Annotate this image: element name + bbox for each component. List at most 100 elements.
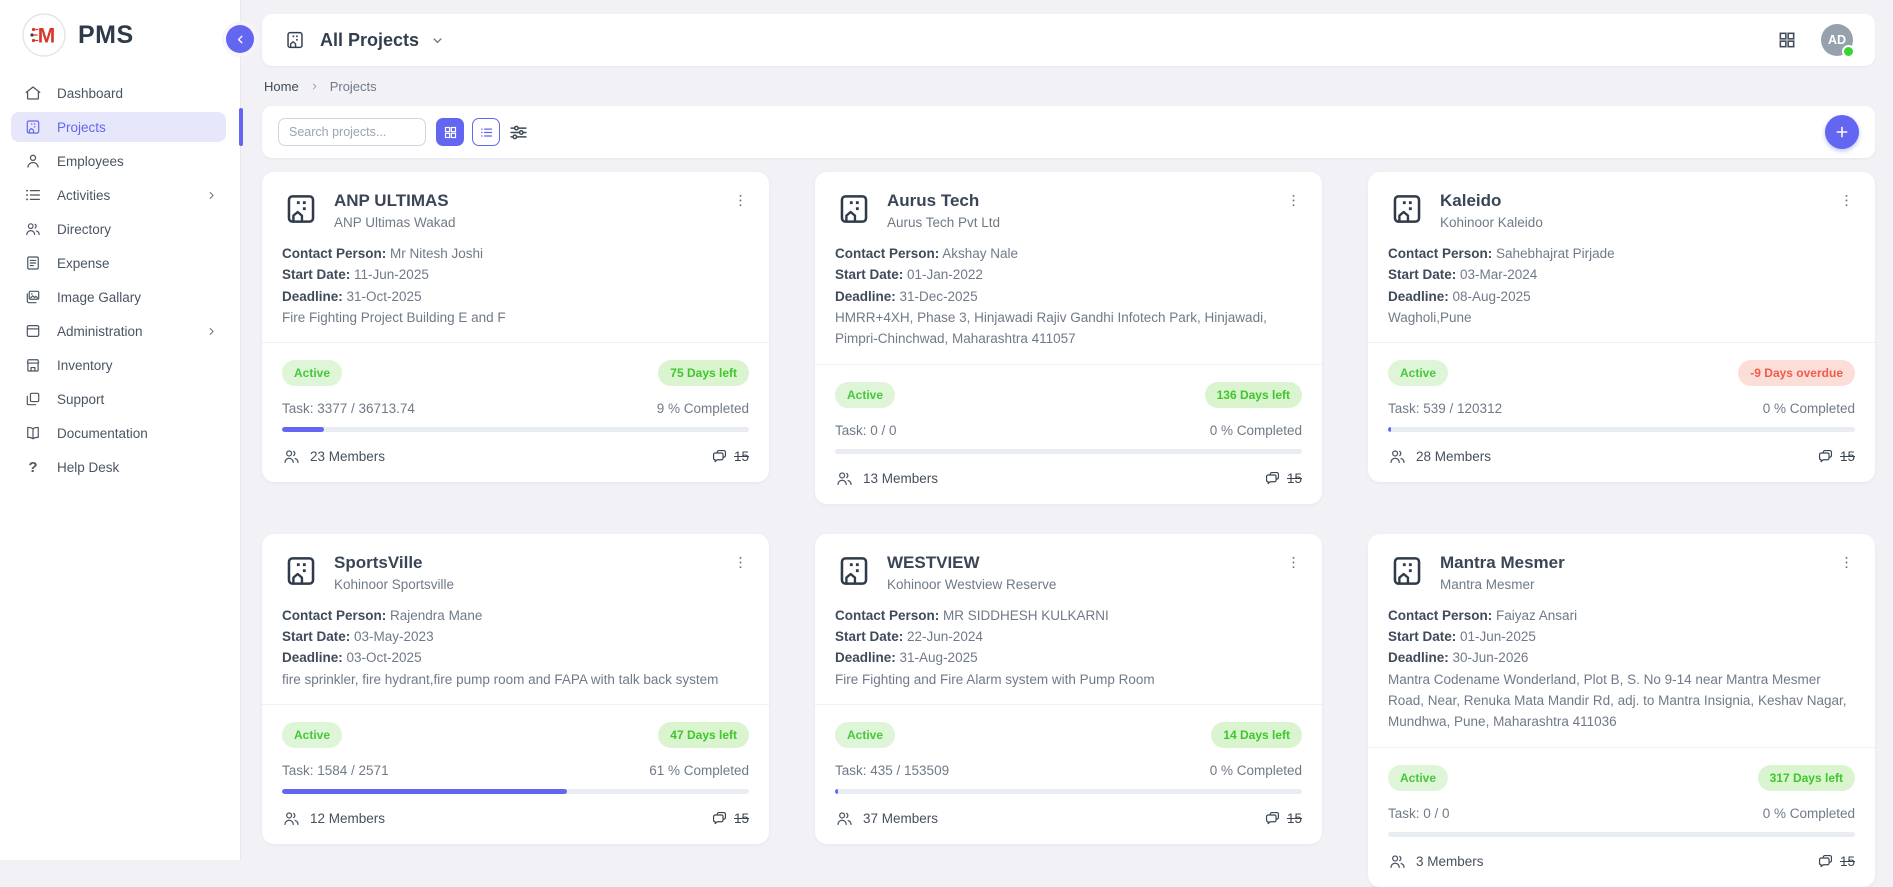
deadline-row: Deadline: 31-Dec-2025 bbox=[835, 286, 1302, 307]
sidebar-item-documentation[interactable]: Documentation bbox=[11, 418, 226, 448]
search-input[interactable] bbox=[278, 118, 426, 146]
project-title[interactable]: ANP ULTIMAS bbox=[334, 191, 718, 211]
list-icon bbox=[24, 186, 42, 204]
project-description: Fire Fighting Project Building E and F bbox=[282, 307, 749, 328]
project-title[interactable]: Aurus Tech bbox=[887, 191, 1271, 211]
card-menu-button[interactable] bbox=[1285, 552, 1302, 573]
people-icon bbox=[282, 447, 301, 466]
grid-view-button[interactable] bbox=[436, 118, 464, 146]
chevron-right-icon bbox=[205, 325, 218, 338]
kebab-icon bbox=[1285, 554, 1302, 571]
apps-grid-button[interactable] bbox=[1777, 30, 1797, 50]
sidebar-item-label: Employees bbox=[57, 154, 124, 169]
project-title[interactable]: Mantra Mesmer bbox=[1440, 553, 1824, 573]
sidebar-item-support[interactable]: Support bbox=[11, 384, 226, 414]
comments-count[interactable]: 15 bbox=[710, 447, 749, 466]
comments-count[interactable]: 15 bbox=[1263, 469, 1302, 488]
percent-completed: 0 % Completed bbox=[1210, 423, 1302, 438]
sidebar-item-help-desk[interactable]: ? Help Desk bbox=[11, 452, 226, 482]
chevron-left-icon bbox=[234, 33, 247, 46]
project-subtitle: Aurus Tech Pvt Ltd bbox=[887, 215, 1271, 230]
sidebar-item-label: Documentation bbox=[57, 426, 148, 441]
percent-completed: 0 % Completed bbox=[1210, 763, 1302, 778]
comments-count[interactable]: 15 bbox=[1263, 809, 1302, 828]
project-subtitle: Mantra Mesmer bbox=[1440, 577, 1824, 592]
project-subtitle: ANP Ultimas Wakad bbox=[334, 215, 718, 230]
building-icon bbox=[835, 552, 873, 590]
project-card: Aurus Tech Aurus Tech Pvt Ltd Contact Pe… bbox=[815, 172, 1322, 504]
project-description: Fire Fighting and Fire Alarm system with… bbox=[835, 669, 1302, 690]
people-icon bbox=[24, 220, 42, 238]
chevron-down-icon[interactable] bbox=[430, 33, 445, 48]
filter-button[interactable] bbox=[508, 122, 529, 143]
grid-view-icon bbox=[443, 125, 458, 140]
percent-completed: 0 % Completed bbox=[1763, 806, 1855, 821]
card-menu-button[interactable] bbox=[1838, 190, 1855, 211]
members-count[interactable]: 12 Members bbox=[282, 809, 385, 828]
card-menu-button[interactable] bbox=[732, 190, 749, 211]
sidebar-item-image-gallery[interactable]: Image Gallary bbox=[11, 282, 226, 312]
comments-count[interactable]: 15 bbox=[710, 809, 749, 828]
sidebar-item-label: Projects bbox=[57, 120, 106, 135]
question-mark-icon: ? bbox=[24, 459, 42, 476]
contact-person-row: Contact Person: Mr Nitesh Joshi bbox=[282, 243, 749, 264]
sidebar-item-label: Expense bbox=[57, 256, 110, 271]
sidebar-item-activities[interactable]: Activities bbox=[11, 180, 226, 210]
divider bbox=[815, 364, 1322, 365]
add-project-button[interactable] bbox=[1825, 115, 1859, 149]
apps-grid-icon bbox=[1777, 30, 1797, 50]
sidebar-item-label: Directory bbox=[57, 222, 111, 237]
sidebar-collapse-button[interactable] bbox=[226, 25, 254, 53]
members-count[interactable]: 23 Members bbox=[282, 447, 385, 466]
project-title[interactable]: SportsVille bbox=[334, 553, 718, 573]
top-header: All Projects AD bbox=[262, 14, 1875, 66]
avatar[interactable]: AD bbox=[1821, 24, 1853, 56]
book-icon bbox=[24, 424, 42, 442]
divider bbox=[262, 342, 769, 343]
kebab-icon bbox=[732, 554, 749, 571]
breadcrumb: Home Projects bbox=[262, 66, 1875, 106]
sidebar-item-inventory[interactable]: Inventory bbox=[11, 350, 226, 380]
chevron-right-icon bbox=[309, 81, 320, 92]
sidebar-item-administration[interactable]: Administration bbox=[11, 316, 226, 346]
task-count: Task: 0 / 0 bbox=[835, 423, 897, 438]
people-icon bbox=[1388, 852, 1407, 871]
building-icon bbox=[282, 552, 320, 590]
comments-count[interactable]: 15 bbox=[1816, 447, 1855, 466]
sidebar-item-dashboard[interactable]: Dashboard bbox=[11, 78, 226, 108]
breadcrumb-home[interactable]: Home bbox=[264, 79, 299, 94]
app-name: PMS bbox=[78, 21, 134, 50]
project-title[interactable]: Kaleido bbox=[1440, 191, 1824, 211]
building-icon bbox=[835, 190, 873, 228]
project-title[interactable]: WESTVIEW bbox=[887, 553, 1271, 573]
members-count[interactable]: 13 Members bbox=[835, 469, 938, 488]
person-icon bbox=[24, 152, 42, 170]
members-count[interactable]: 3 Members bbox=[1388, 852, 1484, 871]
card-menu-button[interactable] bbox=[1285, 190, 1302, 211]
sidebar-item-projects[interactable]: Projects bbox=[11, 112, 226, 142]
sidebar-item-label: Inventory bbox=[57, 358, 113, 373]
sidebar-item-label: Help Desk bbox=[57, 460, 119, 475]
sidebar-item-expense[interactable]: Expense bbox=[11, 248, 226, 278]
percent-completed: 0 % Completed bbox=[1763, 401, 1855, 416]
sidebar-item-employees[interactable]: Employees bbox=[11, 146, 226, 176]
card-menu-button[interactable] bbox=[732, 552, 749, 573]
card-menu-button[interactable] bbox=[1838, 552, 1855, 573]
task-count: Task: 1584 / 2571 bbox=[282, 763, 389, 778]
comments-count[interactable]: 15 bbox=[1816, 852, 1855, 871]
sidebar-item-directory[interactable]: Directory bbox=[11, 214, 226, 244]
members-count[interactable]: 28 Members bbox=[1388, 447, 1491, 466]
chat-icon bbox=[1263, 469, 1282, 488]
copy-icon bbox=[24, 390, 42, 408]
start-date-row: Start Date: 03-Mar-2024 bbox=[1388, 264, 1855, 285]
percent-completed: 61 % Completed bbox=[649, 763, 749, 778]
project-card: SportsVille Kohinoor Sportsville Contact… bbox=[262, 534, 769, 844]
receipt-icon bbox=[24, 254, 42, 272]
status-badge: Active bbox=[282, 360, 342, 386]
members-count[interactable]: 37 Members bbox=[835, 809, 938, 828]
list-view-button[interactable] bbox=[472, 118, 500, 146]
sliders-icon bbox=[508, 122, 529, 143]
days-left-badge: 317 Days left bbox=[1758, 765, 1855, 791]
sidebar-item-label: Dashboard bbox=[57, 86, 123, 101]
project-subtitle: Kohinoor Westview Reserve bbox=[887, 577, 1271, 592]
